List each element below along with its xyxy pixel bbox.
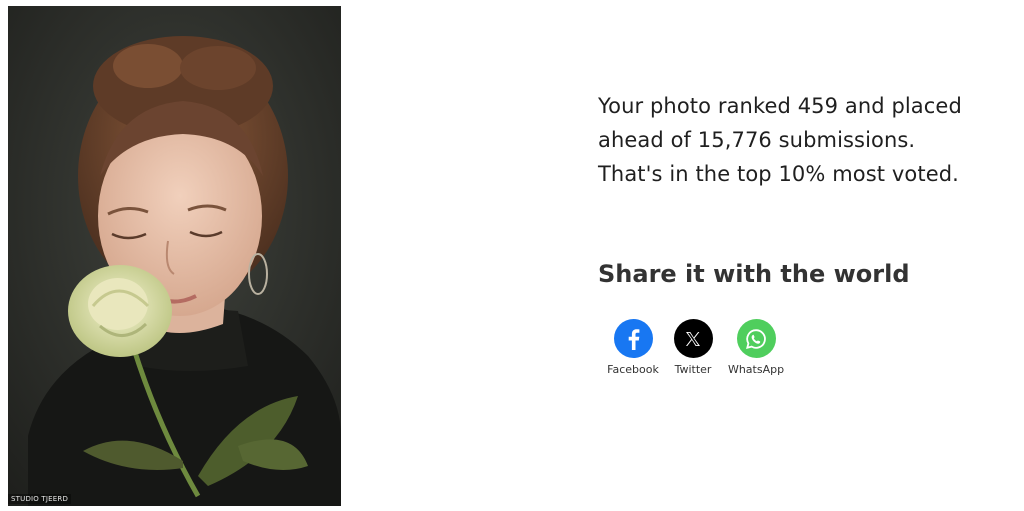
x-icon <box>686 331 700 346</box>
portrait-illustration <box>8 6 341 506</box>
photo-watermark: STUDIO TJEERD <box>8 494 72 504</box>
ranking-summary: Your photo ranked 459 and placed ahead o… <box>598 89 1008 191</box>
twitter-share-button[interactable]: Twitter <box>665 319 721 376</box>
whatsapp-circle[interactable] <box>736 319 776 358</box>
ranking-line-3: That's in the top 10% most voted. <box>598 162 959 186</box>
facebook-circle[interactable] <box>613 319 653 358</box>
twitter-circle[interactable] <box>673 319 713 358</box>
share-buttons: Facebook Twitter WhatsApp <box>605 319 787 376</box>
page: STUDIO TJEERD Your photo ranked 459 and … <box>0 0 1024 511</box>
whatsapp-label[interactable]: WhatsApp <box>728 363 784 376</box>
facebook-icon <box>628 328 640 350</box>
whatsapp-icon <box>746 328 766 349</box>
facebook-share-button[interactable]: Facebook <box>605 319 661 376</box>
twitter-label[interactable]: Twitter <box>675 363 712 376</box>
share-heading: Share it with the world <box>598 260 910 288</box>
ranking-line-2: ahead of 15,776 submissions. <box>598 128 916 152</box>
ranking-line-1: Your photo ranked 459 and placed <box>598 94 962 118</box>
submitted-photo: STUDIO TJEERD <box>8 6 341 506</box>
whatsapp-share-button[interactable]: WhatsApp <box>725 319 787 376</box>
facebook-label[interactable]: Facebook <box>607 363 659 376</box>
